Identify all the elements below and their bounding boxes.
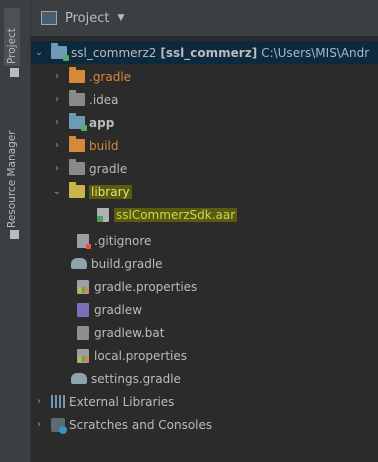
chevron-right-icon[interactable]: › xyxy=(33,396,45,407)
root-path: C:\Users\MIS\Andr xyxy=(261,45,370,60)
resource-manager-icon xyxy=(10,230,19,239)
chevron-down-icon[interactable]: ▼ xyxy=(117,13,124,23)
tree-row-settings-gradle[interactable]: settings.gradle xyxy=(31,367,378,390)
gradle-elephant-icon xyxy=(71,258,87,269)
tree-item-label: gradlew.bat xyxy=(94,325,165,340)
root-module: [ssl_commerz] xyxy=(160,45,258,60)
gitignore-file-icon xyxy=(77,233,91,249)
tree-item-label: gradlew xyxy=(94,302,143,317)
tree-row-gradle-folder[interactable]: › gradle xyxy=(31,157,378,180)
scratches-icon xyxy=(51,417,67,434)
folder-icon xyxy=(69,67,85,83)
project-tree: ⌄ ssl_commerz2 [ssl_commerz] C:\Users\MI… xyxy=(31,36,378,462)
tree-item-label: settings.gradle xyxy=(91,371,181,386)
tree-item-label: Scratches and Consoles xyxy=(69,417,213,432)
chevron-right-icon[interactable]: › xyxy=(33,419,45,430)
chevron-right-icon[interactable]: › xyxy=(51,94,63,105)
tree-item-label: build.gradle xyxy=(91,256,163,271)
chevron-down-icon[interactable]: ⌄ xyxy=(33,47,45,58)
module-folder-icon xyxy=(51,43,69,61)
aar-file-icon xyxy=(97,207,109,222)
tree-item-label: .gradle xyxy=(89,69,132,84)
properties-file-icon xyxy=(77,348,89,363)
tree-item-label: gradle.properties xyxy=(94,279,198,294)
project-tab-icon xyxy=(10,68,19,77)
tree-row-gradlew[interactable]: gradlew xyxy=(31,298,378,321)
chevron-right-icon[interactable]: › xyxy=(51,117,63,128)
tree-item-label: library xyxy=(89,184,132,199)
root-name: ssl_commerz2 xyxy=(71,45,157,60)
folder-icon xyxy=(69,136,85,152)
tree-row-build-gradle[interactable]: build.gradle xyxy=(31,252,378,275)
chevron-right-icon[interactable]: › xyxy=(51,71,63,82)
tree-row-library[interactable]: ⌄ library xyxy=(31,180,378,203)
tree-row-aar[interactable]: sslCommerzSdk.aar xyxy=(31,203,378,226)
tree-row-build[interactable]: › build xyxy=(31,134,378,157)
batch-file-icon xyxy=(77,325,89,340)
chevron-right-icon[interactable]: › xyxy=(51,140,63,151)
project-panel-header: Project ▼ xyxy=(31,0,378,36)
project-view-selector[interactable]: Project xyxy=(65,11,109,26)
tree-row-gradlew-bat[interactable]: gradlew.bat xyxy=(31,321,378,344)
project-view-icon xyxy=(41,11,57,25)
module-folder-icon xyxy=(69,113,87,131)
project-panel: Project ▼ ⌄ ssl_commerz2 [ssl_commerz] C… xyxy=(31,0,378,462)
tree-row-gradle-properties[interactable]: gradle.properties xyxy=(31,275,378,298)
tree-item-label: local.properties xyxy=(94,348,188,363)
tree-item-label: .idea xyxy=(89,92,119,107)
chevron-down-icon[interactable]: ⌄ xyxy=(51,186,63,197)
shell-script-icon xyxy=(77,302,89,317)
project-tool-tab[interactable]: Project xyxy=(4,8,20,66)
tree-row-gitignore[interactable]: .gitignore xyxy=(31,229,378,252)
tree-item-label: External Libraries xyxy=(69,394,175,409)
tree-item-label: .gitignore xyxy=(94,233,152,248)
tree-item-label: sslCommerzSdk.aar xyxy=(114,207,238,222)
tree-row-root[interactable]: ⌄ ssl_commerz2 [ssl_commerz] C:\Users\MI… xyxy=(31,41,378,64)
tree-item-label: gradle xyxy=(89,161,128,176)
folder-icon xyxy=(69,90,85,106)
chevron-right-icon[interactable]: › xyxy=(51,163,63,174)
tool-window-strip: Project Resource Manager xyxy=(0,0,31,462)
properties-file-icon xyxy=(77,279,89,294)
tree-row-idea[interactable]: › .idea xyxy=(31,88,378,111)
tree-row-app[interactable]: › app xyxy=(31,111,378,134)
tree-row-gradle-dir[interactable]: › .gradle xyxy=(31,65,378,88)
tree-row-external-libraries[interactable]: › External Libraries xyxy=(31,390,378,413)
folder-icon xyxy=(69,159,85,175)
gradle-elephant-icon xyxy=(71,373,87,384)
library-icon xyxy=(51,395,65,408)
resource-manager-tool-tab[interactable]: Resource Manager xyxy=(6,118,18,228)
tree-row-scratches[interactable]: › Scratches and Consoles xyxy=(31,413,378,436)
tree-item-label: app xyxy=(89,115,115,130)
tree-item-label: build xyxy=(89,138,119,153)
folder-icon xyxy=(69,182,85,198)
tree-row-local-properties[interactable]: local.properties xyxy=(31,344,378,367)
